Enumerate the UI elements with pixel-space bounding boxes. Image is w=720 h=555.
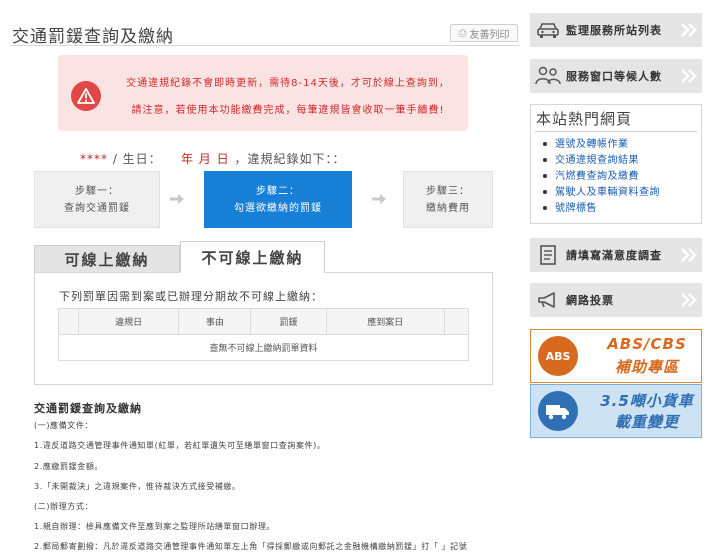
identity-line: **** / 生日： 年 月 日 ，違規紀錄如下：： bbox=[80, 150, 346, 167]
truck-banner-line-2: 載重變更 bbox=[614, 413, 679, 431]
column-header bbox=[443, 308, 470, 335]
column-header: 違規日 bbox=[78, 308, 180, 335]
column-header bbox=[57, 308, 80, 335]
hot-pages-divider bbox=[535, 131, 697, 132]
info-line: 2.應繳罰鍰金額。 bbox=[34, 462, 104, 471]
info-line: 1.違反道路交通管理事件通知單(紅單，若紅單遺失可至繕單窗口查詢案件)。 bbox=[34, 441, 326, 450]
hot-pages-box: 本站熱門網頁 選號及轉帳作業 交通違規查詢結果 汽燃費查詢及繳費 駕駛人及車輛資… bbox=[530, 104, 702, 224]
print-button[interactable]: ⎙ 友善列印 bbox=[450, 24, 518, 42]
print-button-label: 友善列印 bbox=[469, 29, 510, 41]
document-icon bbox=[530, 244, 566, 266]
step-1-label: 查詢交通罰鍰 bbox=[64, 202, 130, 214]
chevron-right-icon bbox=[676, 69, 702, 83]
online-vote-label: 網路投票 bbox=[566, 294, 614, 307]
step-3: 步驟三： 繳納費用 bbox=[403, 171, 493, 228]
column-header: 應到案日 bbox=[325, 308, 445, 335]
hot-link-item[interactable]: 號牌標售 bbox=[543, 201, 660, 217]
birth-year: 年 bbox=[180, 152, 194, 166]
step-2-label: 勾選欲繳納的罰鍰 bbox=[234, 202, 322, 214]
info-line: 3.「未開裁決」之違規案件，惟待裁決方式接受補繳。 bbox=[34, 482, 241, 491]
info-line: (二)辦理方式： bbox=[34, 502, 94, 511]
step-arrow-icon bbox=[372, 193, 386, 207]
notice-box: 交通違規紀錄不會即時更新，需待8-14天後，才可於線上查詢到， 請注意，若使用本… bbox=[58, 55, 468, 131]
hot-link-item[interactable]: 交通違規查詢結果 bbox=[543, 153, 660, 169]
tickets-table: 違規日 事由 罰鍰 應到案日 查無不可線上繳納罰單資料 bbox=[57, 308, 470, 361]
truck-icon bbox=[538, 391, 578, 431]
step-arrow-icon bbox=[170, 193, 184, 207]
step-1-number: 步驟一： bbox=[75, 185, 119, 197]
hot-link-item[interactable]: 駕駛人及車輛資料查詢 bbox=[543, 185, 660, 201]
truck-banner[interactable]: 3.5噸小貨車 載重變更 bbox=[530, 384, 702, 438]
table-row: 查無不可線上繳納罰單資料 bbox=[58, 334, 469, 361]
megaphone-icon bbox=[530, 291, 566, 309]
abs-banner-line-2: 補助專區 bbox=[614, 358, 679, 376]
stations-list-button[interactable]: 監理服務所站列表 bbox=[530, 13, 702, 47]
step-3-label: 繳納費用 bbox=[426, 202, 470, 214]
title-divider bbox=[10, 45, 520, 46]
step-3-number: 步驟三： bbox=[426, 185, 470, 197]
notice-line-1: 交通違規紀錄不會即時更新，需待8-14天後，才可於線上查詢到， bbox=[126, 78, 450, 89]
empty-message: 查無不可線上繳納罰單資料 bbox=[58, 334, 469, 361]
print-icon: ⎙ bbox=[458, 27, 467, 39]
truck-banner-line-1: 3.5噸小貨車 bbox=[600, 392, 694, 410]
main-content: 交通罰鍰查詢及繳納 ⎙ 友善列印 交通違規紀錄不會即時更新，需待8-14天後，才… bbox=[0, 0, 522, 555]
chevron-right-icon bbox=[676, 23, 702, 37]
window-wait-button[interactable]: 服務窗口等候人數 bbox=[530, 59, 702, 93]
records-suffix: ，違規紀錄如下：： bbox=[234, 152, 346, 166]
id-mask: **** bbox=[80, 152, 108, 166]
column-header: 罰鍰 bbox=[250, 308, 327, 335]
info-line: (一)應備文件： bbox=[34, 421, 94, 430]
hot-pages-title: 本站熱門網頁 bbox=[536, 110, 633, 128]
hot-link-item[interactable]: 選號及轉帳作業 bbox=[543, 137, 660, 153]
info-line: 1.親自辦理：檢具應備文件至應到案之監理所站繕單窗口辦理。 bbox=[34, 522, 276, 531]
info-title: 交通罰鍰查詢及繳納 bbox=[34, 402, 142, 415]
tab-online-payable[interactable]: 可線上繳納 bbox=[34, 245, 180, 273]
birth-month: 月 bbox=[198, 152, 212, 166]
page-title: 交通罰鍰查詢及繳納 bbox=[12, 27, 174, 47]
people-icon bbox=[530, 66, 566, 86]
panel-caption: 下列罰單因需到案或已辦理分期故不可線上繳納： bbox=[59, 290, 323, 303]
offline-tickets-panel: 下列罰單因需到案或已辦理分期故不可線上繳納： 違規日 事由 罰鍰 應到案日 查無… bbox=[34, 272, 493, 385]
chevron-right-icon bbox=[676, 248, 702, 262]
chevron-right-icon bbox=[676, 293, 702, 307]
car-icon bbox=[530, 21, 566, 39]
step-1: 步驟一： 查詢交通罰鍰 bbox=[34, 171, 160, 228]
abs-cbs-banner[interactable]: ABS ABS/CBS 補助專區 bbox=[530, 329, 702, 383]
column-header: 事由 bbox=[178, 308, 252, 335]
online-vote-button[interactable]: 網路投票 bbox=[530, 283, 702, 317]
birthday-label: / 生日： bbox=[112, 152, 162, 166]
notice-line-2: 請注意，若使用本功能繳費完成，每筆違規皆會收取一筆手續費! bbox=[131, 105, 445, 116]
tab-not-online-payable[interactable]: 不可線上繳納 bbox=[180, 241, 325, 273]
info-line: 2.郵局郵寄劃撥：凡於違反道路交通管理事件通知單左上角「得採郵繳或向郵託之金融機… bbox=[34, 542, 468, 551]
survey-label: 請填寫滿意度調查 bbox=[566, 249, 662, 262]
window-wait-label: 服務窗口等候人數 bbox=[566, 70, 662, 83]
warning-icon bbox=[71, 81, 101, 111]
step-2-number: 步驟二： bbox=[256, 185, 300, 197]
hot-pages-list: 選號及轉帳作業 交通違規查詢結果 汽燃費查詢及繳費 駕駛人及車輛資料查詢 號牌標… bbox=[543, 137, 660, 217]
abs-banner-line-1: ABS/CBS bbox=[607, 335, 687, 353]
step-2: 步驟二： 勾選欲繳納的罰鍰 bbox=[204, 171, 352, 228]
hot-link-item[interactable]: 汽燃費查詢及繳費 bbox=[543, 169, 660, 185]
abs-badge: ABS bbox=[538, 336, 578, 376]
stations-list-label: 監理服務所站列表 bbox=[566, 24, 662, 37]
survey-button[interactable]: 請填寫滿意度調查 bbox=[530, 238, 702, 272]
table-header-row: 違規日 事由 罰鍰 應到案日 bbox=[57, 308, 470, 335]
birth-day: 日 bbox=[216, 152, 230, 166]
